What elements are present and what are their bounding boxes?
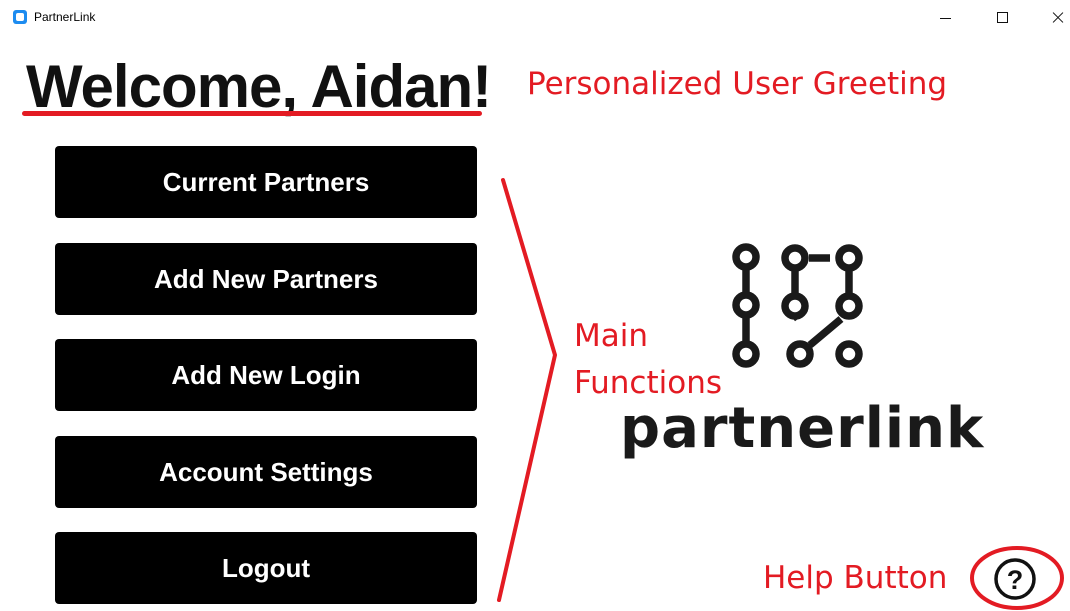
close-icon[interactable]: [1034, 0, 1070, 34]
add-new-login-button[interactable]: Add New Login: [55, 339, 477, 411]
partnerlink-logo-icon: [732, 243, 863, 368]
app-icon: [13, 10, 27, 24]
main-functions-bracket-annotation: [497, 178, 557, 602]
annotation-help-label: Help Button: [763, 560, 948, 596]
help-icon: ?: [994, 558, 1036, 600]
logout-button[interactable]: Logout: [55, 532, 477, 604]
partnerlink-wordmark: partnerlink: [620, 396, 985, 461]
help-button[interactable]: ?: [990, 553, 1040, 603]
greeting-underline-annotation: [22, 111, 482, 116]
add-new-partners-button[interactable]: Add New Partners: [55, 243, 477, 315]
annotation-main-label: Main: [574, 318, 649, 354]
current-partners-button[interactable]: Current Partners: [55, 146, 477, 218]
title-bar: PartnerLink: [0, 0, 1070, 34]
minimize-icon[interactable]: [922, 0, 968, 34]
window-title: PartnerLink: [34, 10, 96, 24]
help-symbol: ?: [1007, 565, 1024, 595]
maximize-icon[interactable]: [979, 0, 1025, 34]
account-settings-button[interactable]: Account Settings: [55, 436, 477, 508]
annotation-greeting-label: Personalized User Greeting: [527, 66, 948, 102]
